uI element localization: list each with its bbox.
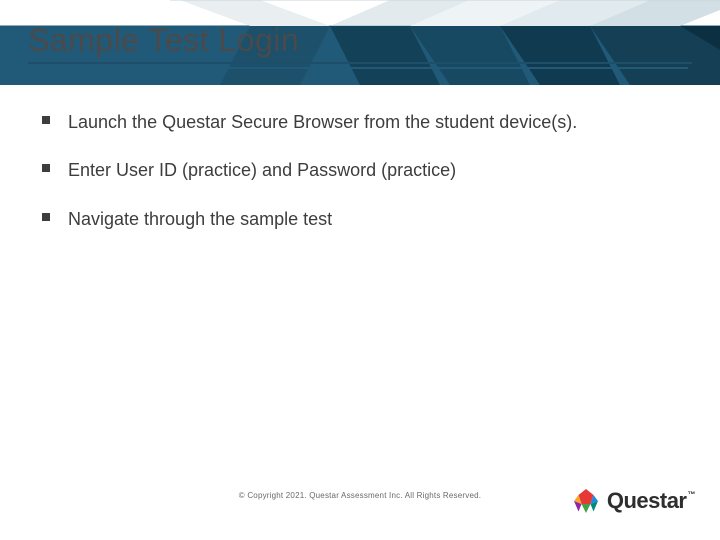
bullet-item: Navigate through the sample test (38, 207, 680, 231)
logo-trademark: ™ (688, 490, 696, 499)
logo-text-value: Questar (607, 488, 687, 513)
header-band: Sample Test Login (0, 0, 720, 85)
title-underline (28, 62, 692, 64)
slide: Sample Test Login Launch the Questar Sec… (0, 0, 720, 540)
questar-logo: Questar™ (571, 486, 694, 516)
content-area: Launch the Questar Secure Browser from t… (38, 110, 680, 255)
logo-mark-icon (571, 486, 601, 516)
bullet-text: Launch the Questar Secure Browser from t… (68, 112, 577, 132)
bullet-item: Launch the Questar Secure Browser from t… (38, 110, 680, 134)
footer: © Copyright 2021. Questar Assessment Inc… (0, 486, 720, 526)
logo-wordmark: Questar™ (607, 488, 694, 514)
bullet-list: Launch the Questar Secure Browser from t… (38, 110, 680, 231)
slide-title: Sample Test Login (28, 22, 299, 59)
bullet-text: Enter User ID (practice) and Password (p… (68, 160, 456, 180)
bullet-item: Enter User ID (practice) and Password (p… (38, 158, 680, 182)
bullet-text: Navigate through the sample test (68, 209, 332, 229)
